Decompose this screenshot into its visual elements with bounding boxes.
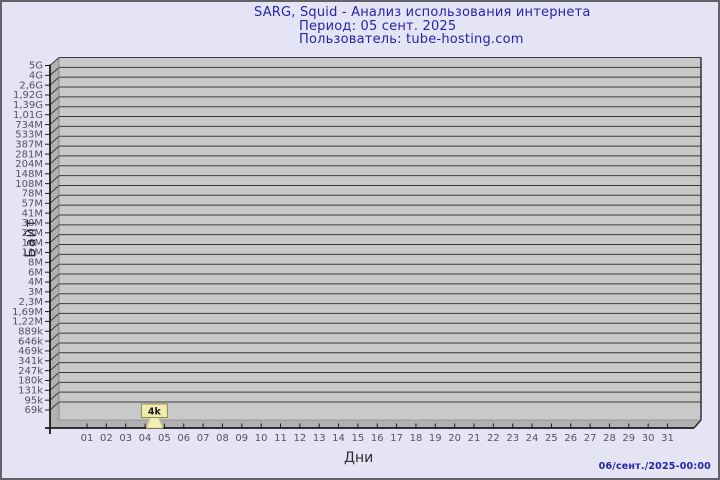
y-tick-label: 69k (24, 405, 43, 416)
x-tick-label: 19 (429, 433, 442, 444)
x-tick-label: 04 (139, 433, 152, 444)
plot-back-wall (59, 58, 701, 421)
x-tick-label: 05 (158, 433, 171, 444)
x-tick-label: 23 (506, 433, 519, 444)
x-tick-label: 11 (274, 433, 287, 444)
x-tick-label: 12 (293, 433, 306, 444)
x-tick-label: 10 (255, 433, 268, 444)
x-tick-label: 21 (468, 433, 481, 444)
x-tick-label: 29 (622, 433, 635, 444)
x-tick-label: 24 (526, 433, 539, 444)
x-tick-label: 03 (119, 433, 132, 444)
x-tick-label: 18 (410, 433, 423, 444)
x-axis-title: Дни (344, 450, 373, 466)
x-tick-label: 07 (197, 433, 210, 444)
x-tick-label: 31 (661, 433, 674, 444)
bar-value-label: 4k (148, 407, 162, 418)
x-tick-label: 02 (100, 433, 113, 444)
y-axis-title: Байт (23, 218, 39, 258)
sarg-report-chart-window: SARG, Squid - Анализ использования интер… (0, 0, 720, 480)
x-tick-label: 09 (235, 433, 248, 444)
x-tick-label: 13 (313, 433, 326, 444)
generation-timestamp: 06/сент./2025-00:00 (599, 461, 711, 472)
x-tick-label: 25 (545, 433, 558, 444)
x-tick-label: 14 (332, 433, 345, 444)
x-tick-label: 01 (81, 433, 94, 444)
x-tick-label: 28 (603, 433, 616, 444)
bar-chart-3d: 5G4G2,6G1,92G1,39G1,01G734M533M387M281M2… (2, 2, 718, 478)
x-tick-label: 20 (448, 433, 461, 444)
x-tick-label: 08 (216, 433, 229, 444)
x-tick-label: 30 (642, 433, 655, 444)
x-tick-label: 06 (177, 433, 190, 444)
x-tick-label: 15 (352, 433, 365, 444)
x-tick-label: 22 (487, 433, 500, 444)
x-tick-label: 26 (564, 433, 577, 444)
x-tick-label: 17 (390, 433, 403, 444)
x-tick-label: 16 (371, 433, 384, 444)
x-tick-label: 27 (584, 433, 597, 444)
